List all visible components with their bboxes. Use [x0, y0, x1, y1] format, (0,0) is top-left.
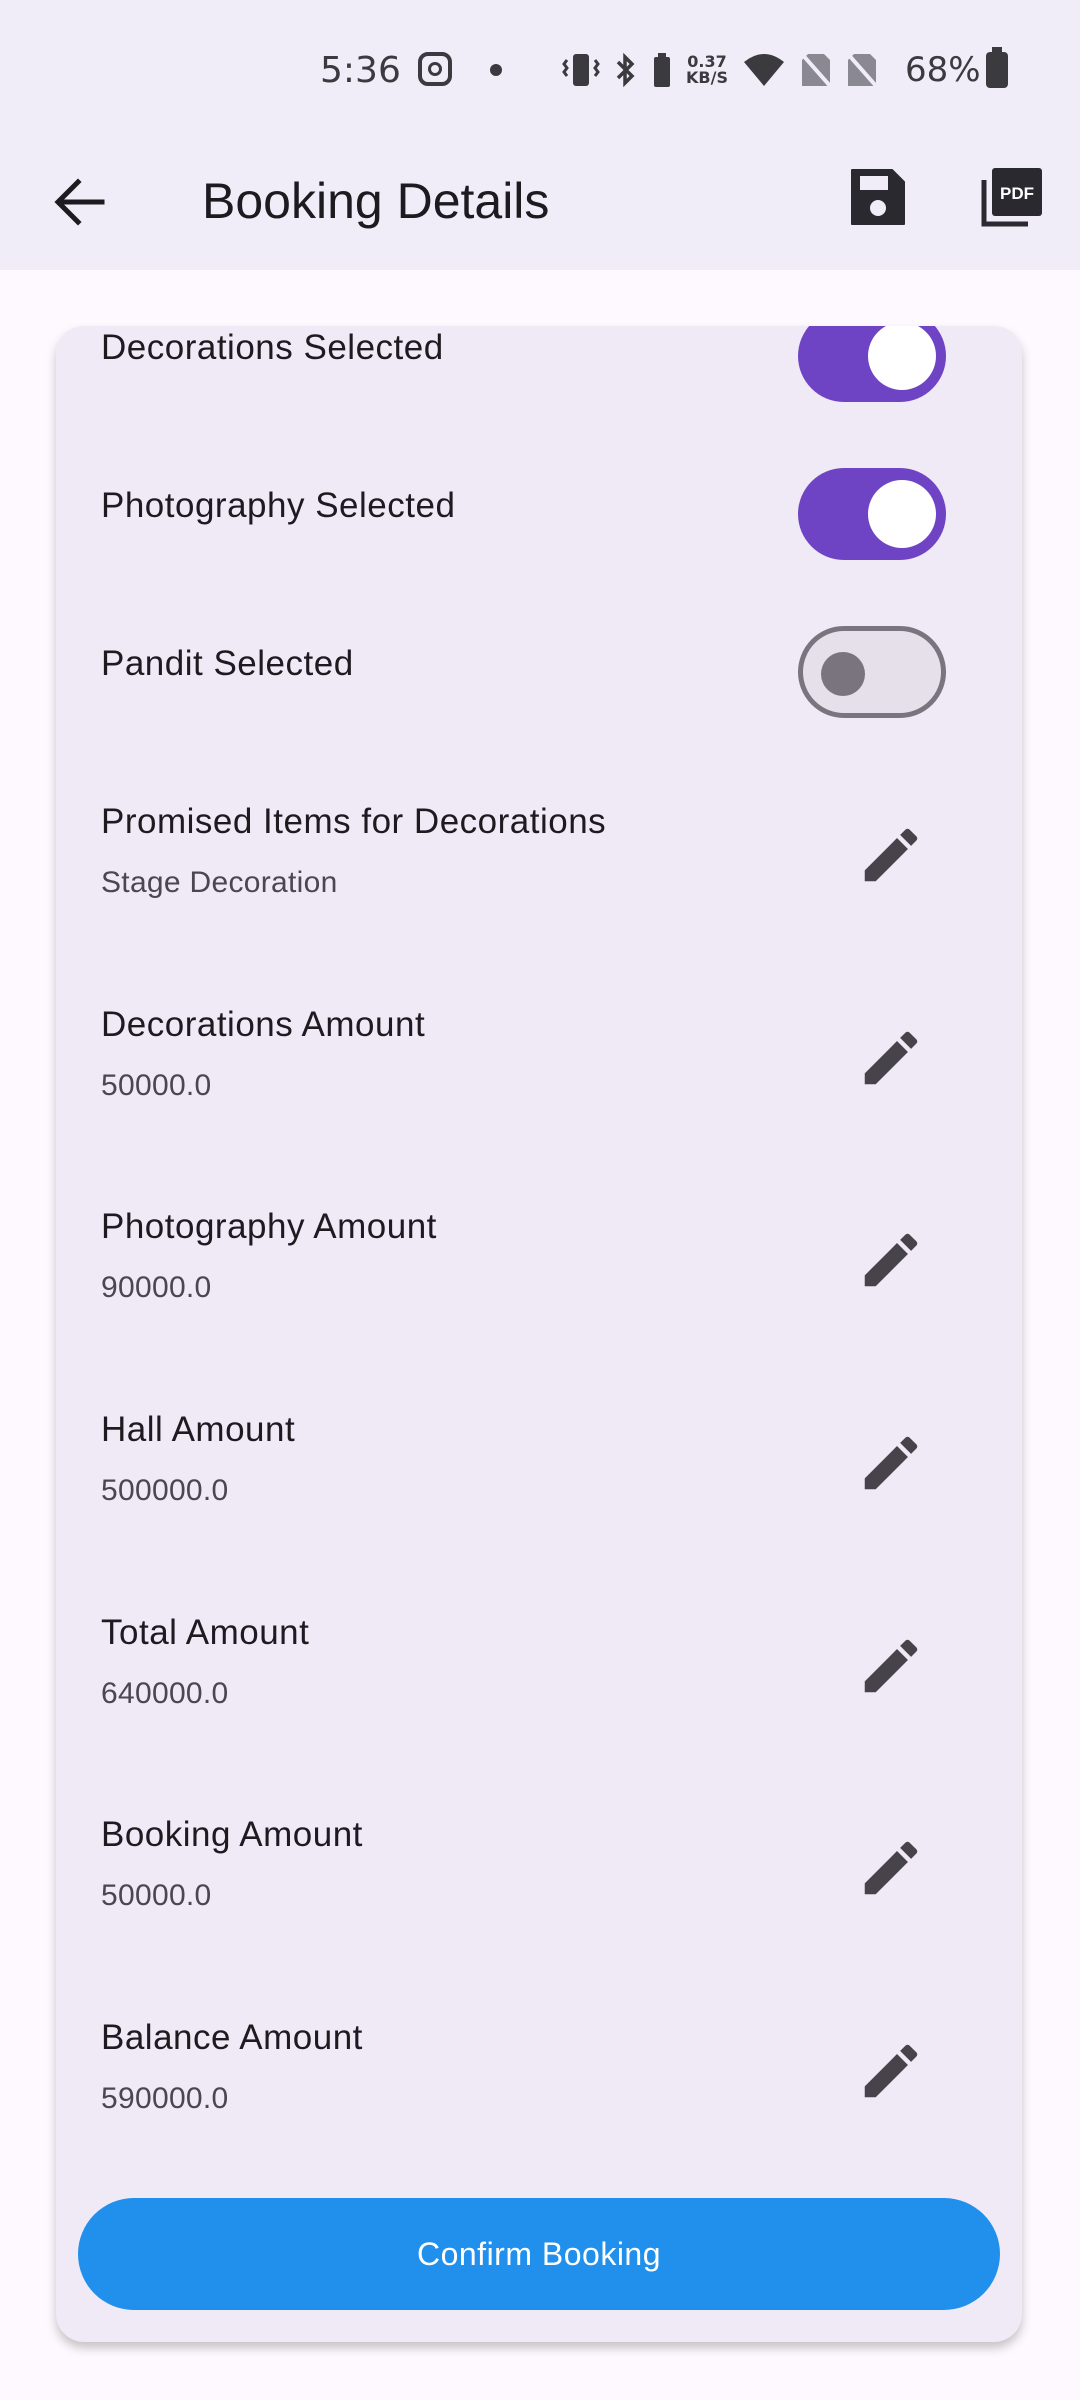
switch-knob: [868, 326, 936, 390]
booking-amount-row: Booking Amount 50000.0: [56, 1789, 1022, 1969]
pencil-icon: [864, 1436, 918, 1490]
item-label: Total Amount: [101, 1613, 310, 1652]
item-label: Balance Amount: [101, 2018, 363, 2057]
save-button[interactable]: [846, 162, 910, 232]
vibrate-icon: [562, 54, 600, 86]
item-value: Stage Decoration: [101, 866, 338, 899]
edit-button[interactable]: [856, 1428, 926, 1498]
edit-button[interactable]: [856, 1833, 926, 1903]
no-sim-icon: [799, 52, 832, 88]
pencil-icon: [864, 828, 918, 882]
battery-icon: [986, 47, 1008, 88]
confirm-booking-button[interactable]: Confirm Booking: [78, 2198, 1000, 2310]
photography-switch[interactable]: [798, 468, 946, 560]
pandit-selected-row: Pandit Selected: [56, 608, 1022, 728]
status-bar: 5:36 0.37 KB/S 68%: [0, 0, 1080, 140]
switch-knob: [868, 480, 936, 548]
promised-items-row: Promised Items for Decorations Stage Dec…: [56, 776, 1022, 956]
photography-amount-row: Photography Amount 90000.0: [56, 1181, 1022, 1361]
no-sim-icon: [845, 52, 878, 88]
switch-knob: [821, 652, 865, 696]
edit-button[interactable]: [856, 1631, 926, 1701]
back-button[interactable]: [48, 170, 112, 234]
page-title: Booking Details: [202, 173, 550, 229]
decorations-amount-row: Decorations Amount 50000.0: [56, 979, 1022, 1159]
item-value: 50000.0: [101, 1879, 212, 1912]
edit-button[interactable]: [856, 1023, 926, 1093]
wifi-icon: [743, 54, 784, 86]
edit-button[interactable]: [856, 1225, 926, 1295]
switch-label: Pandit Selected: [101, 644, 354, 683]
battery-percent: 68%: [905, 50, 981, 90]
app-bar: Booking Details PDF: [0, 140, 1080, 270]
status-time: 5:36: [320, 50, 401, 91]
pencil-icon: [864, 1639, 918, 1693]
instagram-icon: [418, 52, 452, 86]
item-value: 90000.0: [101, 1271, 212, 1304]
edit-button[interactable]: [856, 2036, 926, 2106]
hall-amount-row: Hall Amount 500000.0: [56, 1384, 1022, 1564]
item-value: 500000.0: [101, 1474, 229, 1507]
pencil-icon: [864, 1233, 918, 1287]
notification-dot: [490, 64, 502, 76]
status-icons: 0.37 KB/S: [562, 50, 878, 90]
balance-amount-row: Balance Amount 590000.0: [56, 1992, 1022, 2172]
decorations-switch[interactable]: [798, 326, 946, 402]
pencil-icon: [864, 1841, 918, 1895]
pencil-icon: [864, 1031, 918, 1085]
item-label: Booking Amount: [101, 1815, 363, 1854]
item-value: 50000.0: [101, 1069, 212, 1102]
total-amount-row: Total Amount 640000.0: [56, 1587, 1022, 1767]
pdf-icon: PDF: [981, 168, 1042, 227]
item-value: 590000.0: [101, 2082, 229, 2115]
item-label: Hall Amount: [101, 1410, 296, 1449]
back-arrow-icon: [54, 178, 105, 226]
edit-button[interactable]: [856, 820, 926, 890]
switch-label: Decorations Selected: [101, 328, 444, 367]
pandit-switch[interactable]: [798, 626, 946, 718]
item-label: Promised Items for Decorations: [101, 802, 607, 841]
booking-details-card: Decorations Selected Photography Selecte…: [56, 326, 1022, 2342]
item-value: 640000.0: [101, 1677, 229, 1710]
battery-saver-icon: [654, 53, 670, 87]
svg-text:PDF: PDF: [1000, 184, 1034, 203]
item-label: Decorations Amount: [101, 1005, 426, 1044]
photography-selected-row: Photography Selected: [56, 450, 1022, 570]
save-icon: [851, 169, 905, 225]
pencil-icon: [864, 2044, 918, 2098]
bluetooth-icon: [616, 52, 635, 88]
network-speed: 0.37 KB/S: [686, 52, 728, 87]
item-label: Photography Amount: [101, 1207, 437, 1246]
switch-label: Photography Selected: [101, 486, 456, 525]
decorations-selected-row: Decorations Selected: [56, 326, 1022, 412]
pdf-button[interactable]: PDF: [980, 162, 1044, 232]
